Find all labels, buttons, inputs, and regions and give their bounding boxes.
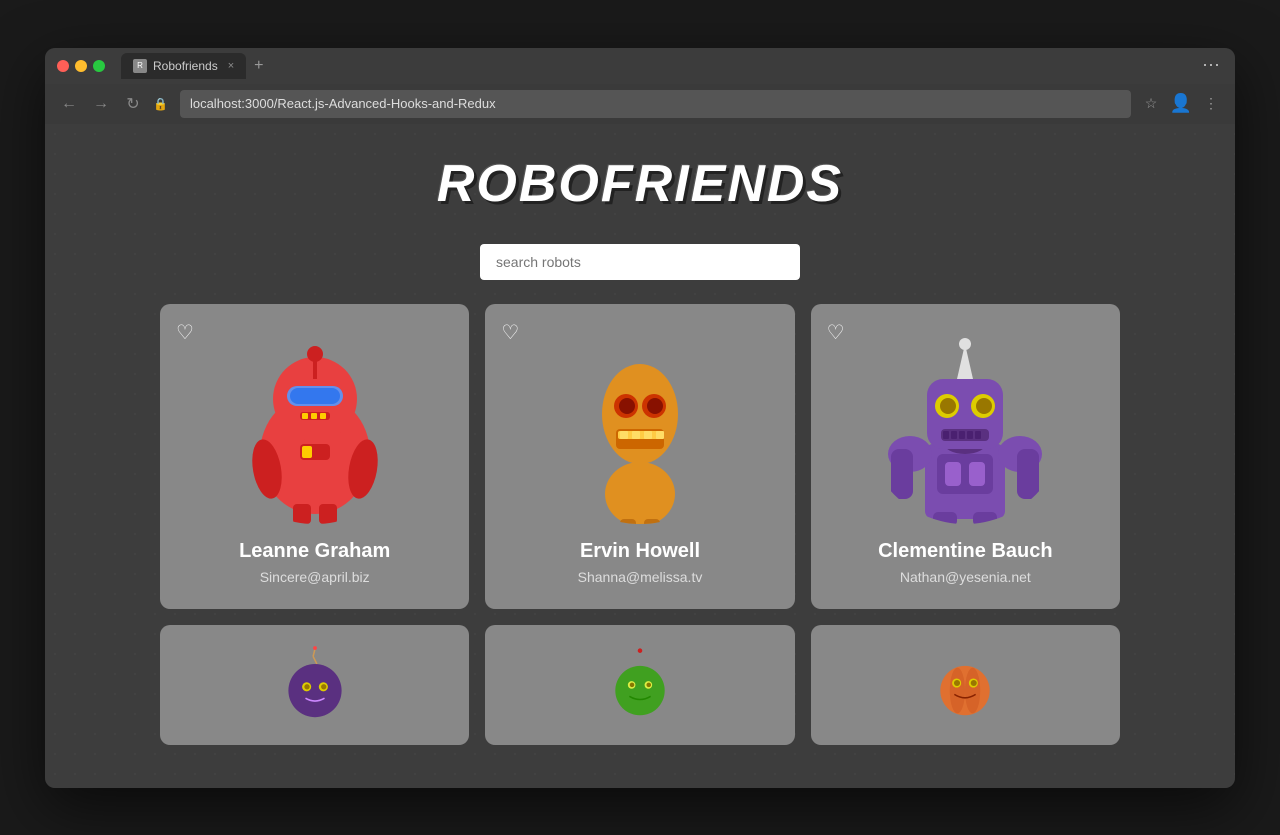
menu-dots-icon[interactable]: ⋮ bbox=[1199, 92, 1223, 116]
robot-svg-3 bbox=[865, 324, 1065, 524]
back-button[interactable]: ← bbox=[57, 92, 81, 116]
heart-icon-3[interactable]: ♡ bbox=[827, 320, 845, 345]
traffic-lights bbox=[57, 60, 105, 72]
lock-icon: 🔒 bbox=[153, 97, 168, 111]
tab-close-button[interactable]: × bbox=[228, 60, 234, 72]
address-bar[interactable] bbox=[180, 90, 1131, 118]
profile-icon[interactable]: 👤 bbox=[1169, 92, 1193, 116]
browser-tab[interactable]: R Robofriends × bbox=[121, 53, 246, 79]
robot-svg-5 bbox=[540, 645, 740, 721]
tab-title: Robofriends bbox=[153, 59, 218, 73]
robot-svg-2 bbox=[540, 324, 740, 524]
robot-card-6[interactable] bbox=[811, 625, 1120, 745]
maximize-button[interactable] bbox=[93, 60, 105, 72]
search-input[interactable] bbox=[480, 244, 800, 280]
robot-avatar-3 bbox=[865, 324, 1065, 524]
robot-name-2: Ervin Howell bbox=[580, 540, 700, 563]
robot-name-3: Clementine Bauch bbox=[878, 540, 1052, 563]
heart-icon-2[interactable]: ♡ bbox=[501, 320, 519, 345]
search-container bbox=[480, 244, 800, 280]
robot-avatar-4 bbox=[215, 645, 415, 721]
app-title: ROBOFRIENDS bbox=[437, 154, 843, 214]
minimize-button[interactable] bbox=[75, 60, 87, 72]
robot-svg-1 bbox=[215, 324, 415, 524]
new-tab-button[interactable]: + bbox=[246, 55, 271, 77]
robot-email-1: Sincere@april.biz bbox=[260, 569, 370, 585]
robot-card-4[interactable] bbox=[160, 625, 469, 745]
robot-name-1: Leanne Graham bbox=[239, 540, 390, 563]
robot-svg-6 bbox=[865, 645, 1065, 721]
browser-menu-icon[interactable]: ⋯ bbox=[1199, 54, 1223, 78]
app-content: ROBOFRIENDS ♡ bbox=[45, 124, 1235, 788]
close-button[interactable] bbox=[57, 60, 69, 72]
robot-avatar-2 bbox=[540, 324, 740, 524]
robot-card-3[interactable]: ♡ bbox=[811, 304, 1120, 609]
toolbar-right: ☆ 👤 ⋮ bbox=[1139, 92, 1223, 116]
robot-email-3: Nathan@yesenia.net bbox=[900, 569, 1031, 585]
tab-bar: R Robofriends × + bbox=[121, 53, 1191, 79]
robot-svg-4 bbox=[215, 645, 415, 721]
robot-avatar-1 bbox=[215, 324, 415, 524]
browser-toolbar: ← → ↻ 🔒 ☆ 👤 ⋮ bbox=[45, 84, 1235, 124]
forward-button[interactable]: → bbox=[89, 92, 113, 116]
refresh-button[interactable]: ↻ bbox=[121, 92, 145, 116]
robot-avatar-5 bbox=[540, 645, 740, 721]
robot-card-5[interactable] bbox=[485, 625, 794, 745]
bookmark-icon[interactable]: ☆ bbox=[1139, 92, 1163, 116]
robots-grid: ♡ bbox=[160, 304, 1120, 745]
tab-favicon: R bbox=[133, 59, 147, 73]
robot-card-2[interactable]: ♡ bbox=[485, 304, 794, 609]
robot-email-2: Shanna@melissa.tv bbox=[578, 569, 703, 585]
robot-card-1[interactable]: ♡ bbox=[160, 304, 469, 609]
browser-titlebar: R Robofriends × + ⋯ bbox=[45, 48, 1235, 84]
robot-avatar-6 bbox=[865, 645, 1065, 721]
browser-window: R Robofriends × + ⋯ ← → ↻ 🔒 ☆ 👤 ⋮ ROBOFR… bbox=[45, 48, 1235, 788]
heart-icon-1[interactable]: ♡ bbox=[176, 320, 194, 345]
